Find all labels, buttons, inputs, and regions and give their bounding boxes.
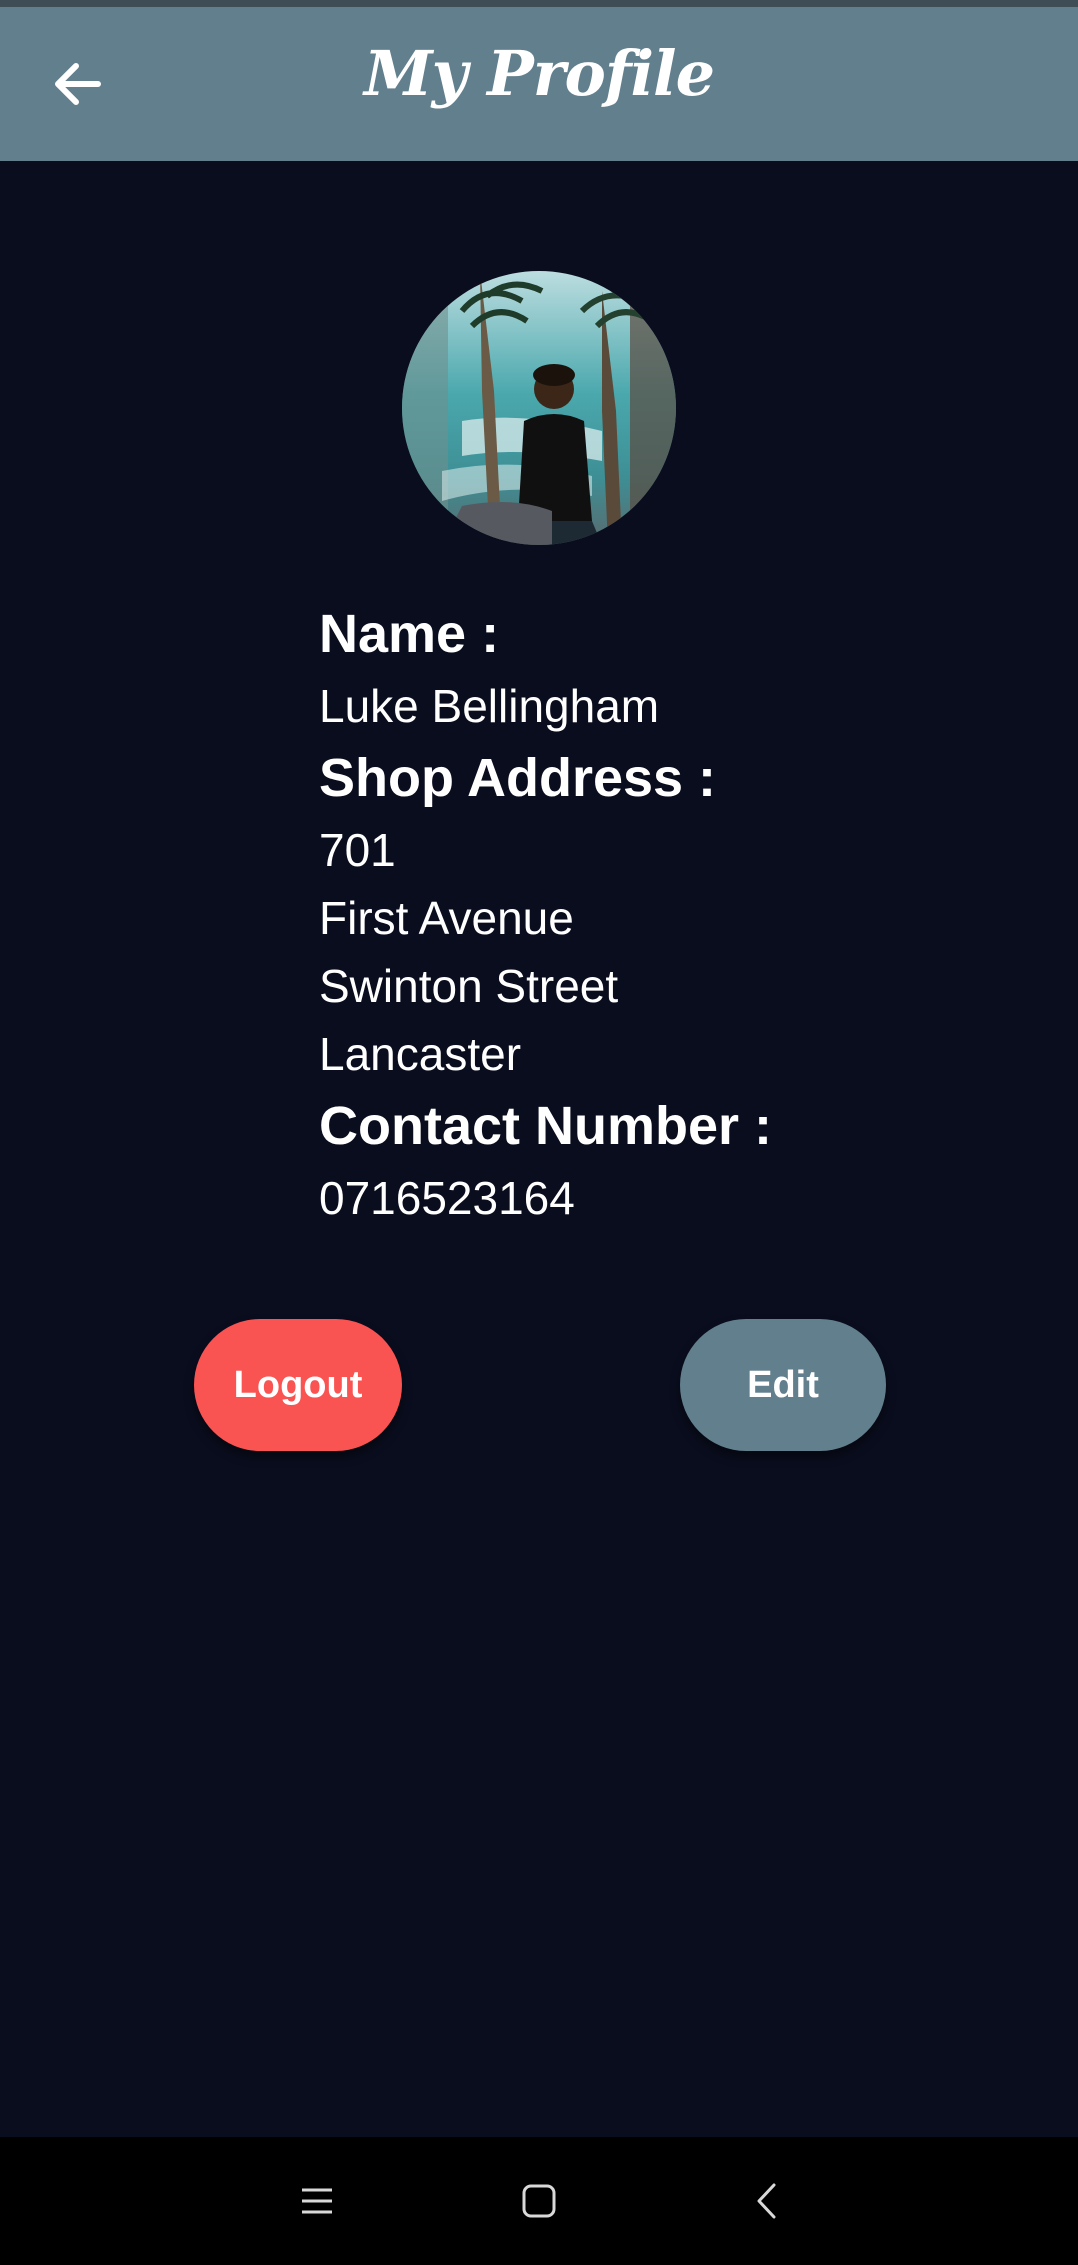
logout-button[interactable]: Logout: [194, 1319, 402, 1451]
system-navigation-bar: [0, 2137, 1078, 2265]
page-title: My Profile: [363, 37, 715, 110]
name-value: Luke Bellingham: [319, 680, 660, 732]
square-home-icon: [522, 2184, 556, 2218]
address-line: Lancaster: [319, 1028, 522, 1080]
recents-button[interactable]: [277, 2161, 357, 2241]
chevron-left-icon: [757, 2183, 776, 2219]
status-bar-strip: [0, 0, 1078, 7]
avatar: [402, 271, 676, 545]
menu-lines-icon: [302, 2188, 332, 2214]
system-back-button[interactable]: [726, 2161, 806, 2241]
edit-button[interactable]: Edit: [680, 1319, 886, 1451]
address-line: Swinton Street: [319, 960, 619, 1012]
profile-photo: [402, 271, 676, 545]
shop-address-label: Shop Address :: [319, 748, 717, 808]
profile-info: Name : Luke Bellingham Shop Address : 70…: [319, 596, 1019, 1232]
name-label: Name :: [319, 604, 500, 664]
home-button[interactable]: [499, 2161, 579, 2241]
address-line: 701: [319, 824, 396, 876]
app-bar: My Profile: [0, 7, 1078, 161]
address-line: First Avenue: [319, 892, 574, 944]
contact-number-value: 0716523164: [319, 1172, 575, 1224]
profile-content: Name : Luke Bellingham Shop Address : 70…: [0, 161, 1078, 2137]
contact-number-label: Contact Number :: [319, 1096, 773, 1156]
